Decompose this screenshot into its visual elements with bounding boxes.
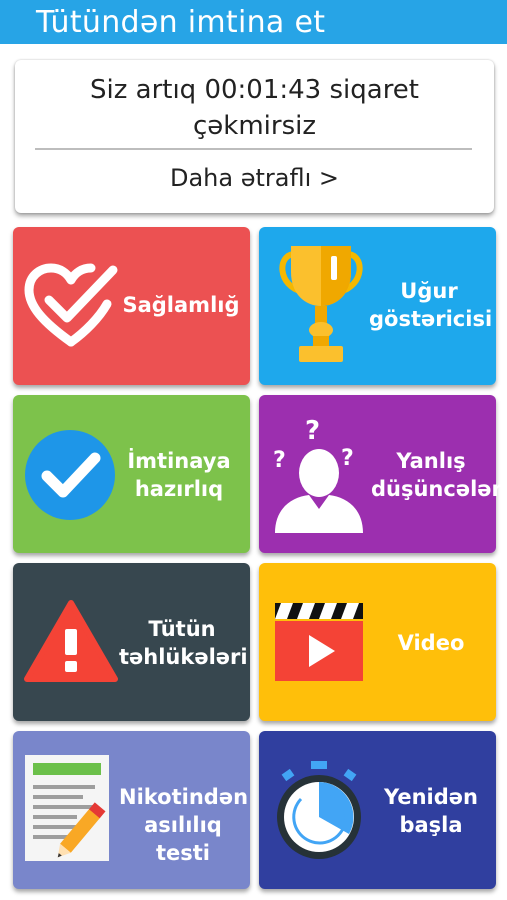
tile-video[interactable]: Video: [259, 563, 496, 721]
tile-misconceptions[interactable]: ? ? ? Yanlış düşüncələr: [259, 395, 502, 553]
status-card: Siz artıq 00:01:43 siqaret çəkmirsiz Dah…: [15, 60, 494, 213]
tile-readiness-label: İmtinaya hazırlıq: [127, 449, 231, 501]
tile-misconceptions-label: Yanlış düşüncələr: [371, 449, 502, 501]
tile-readiness[interactable]: İmtinaya hazırlıq: [13, 395, 250, 553]
tile-tobacco-dangers[interactable]: Tütün təhlükələri: [13, 563, 250, 721]
svg-text:?: ?: [273, 448, 286, 473]
tile-achievements-label: Uğur göstəricisi: [369, 279, 493, 331]
confused-person-icon: ? ? ?: [273, 416, 363, 533]
tile-tobacco-dangers-label: Tütün təhlükələri: [119, 617, 248, 669]
svg-text:?: ?: [305, 416, 320, 446]
tile-health[interactable]: Sağlamlığ: [13, 227, 250, 385]
warning-icon: [24, 600, 118, 682]
svg-text:?: ?: [341, 446, 354, 471]
tile-nicotine-test[interactable]: Nikotindən asılılıq testi: [13, 731, 250, 889]
tile-nicotine-test-label: Nikotindən asılılıq testi: [119, 785, 249, 865]
divider: [35, 148, 472, 150]
tile-video-label: Video: [397, 631, 465, 655]
app-header: Tütündən imtina et: [0, 0, 507, 44]
tile-health-label: Sağlamlığ: [122, 293, 240, 317]
smoke-free-timer-text: Siz artıq 00:01:43 siqaret çəkmirsiz: [90, 75, 419, 141]
more-details-link[interactable]: Daha ətraflı >: [15, 160, 494, 196]
trophy-icon: [279, 246, 363, 362]
app-title: Tütündən imtina et: [36, 5, 326, 40]
test-document-icon: [25, 755, 109, 861]
check-circle-icon: [25, 430, 115, 520]
tile-restart-label: Yenidən başla: [384, 785, 478, 837]
heart-check-icon: [24, 263, 118, 347]
tile-achievements[interactable]: Uğur göstəricisi: [259, 227, 496, 385]
video-clapper-icon: [275, 603, 363, 681]
tile-restart[interactable]: Yenidən başla: [259, 731, 496, 889]
stopwatch-icon: [277, 761, 361, 859]
